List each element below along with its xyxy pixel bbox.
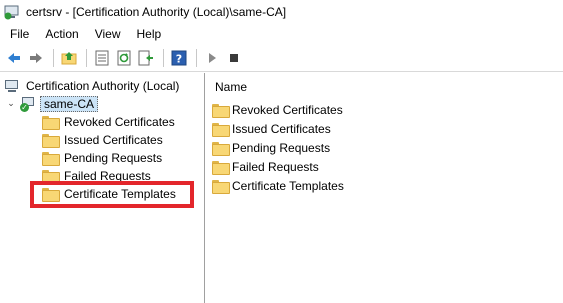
toolbar-separator [53, 49, 54, 67]
results-pane: Name Revoked Certificates Issued Certifi… [207, 73, 563, 303]
column-header-name[interactable]: Name [207, 73, 563, 101]
tree-item-issued-certificates[interactable]: Issued Certificates [42, 131, 165, 149]
list-item-label: Revoked Certificates [232, 103, 343, 117]
refresh-icon[interactable] [114, 48, 134, 68]
menu-view[interactable]: View [87, 24, 129, 44]
tree-item-same-ca[interactable]: ⌄ ✓ same-CA [6, 95, 99, 113]
certsrv-app-icon [4, 4, 20, 20]
tree-item-label: Certification Authority (Local) [26, 79, 180, 93]
list-item-issued-certificates[interactable]: Issued Certificates [212, 120, 331, 138]
back-icon[interactable] [4, 48, 24, 68]
list-item-label: Certificate Templates [232, 179, 344, 193]
properties-icon[interactable] [92, 48, 112, 68]
list-item-label: Pending Requests [232, 141, 331, 155]
folder-icon [212, 104, 230, 118]
title-bar: certsrv - [Certification Authority (Loca… [0, 0, 563, 24]
tree-item-revoked-certificates[interactable]: Revoked Certificates [42, 113, 177, 131]
menu-bar: File Action View Help [0, 24, 563, 44]
up-folder-icon[interactable] [59, 48, 79, 68]
tree-item-label: Pending Requests [64, 151, 163, 165]
folder-icon [42, 116, 60, 130]
list-item-revoked-certificates[interactable]: Revoked Certificates [212, 101, 343, 119]
forward-icon[interactable] [26, 48, 46, 68]
toolbar-separator [196, 49, 197, 67]
folder-icon [42, 134, 60, 148]
tree-item-label: same-CA [40, 96, 99, 112]
folder-icon [212, 142, 230, 156]
ca-server-icon: ✓ [20, 96, 36, 112]
list-item-label: Issued Certificates [232, 122, 331, 136]
start-service-icon[interactable] [202, 48, 222, 68]
export-list-icon[interactable] [136, 48, 156, 68]
list-item-label: Failed Requests [232, 160, 319, 174]
list-item-certificate-templates[interactable]: Certificate Templates [212, 177, 344, 195]
folder-icon [212, 161, 230, 175]
list-item-pending-requests[interactable]: Pending Requests [212, 139, 330, 157]
tree-item-pending-requests[interactable]: Pending Requests [42, 149, 164, 167]
folder-icon [42, 152, 60, 166]
stop-service-icon[interactable] [224, 48, 244, 68]
toolbar: ? [0, 45, 563, 72]
folder-icon [212, 123, 230, 137]
toolbar-separator [86, 49, 87, 67]
tree-item-label: Revoked Certificates [64, 115, 175, 129]
highlight-annotation-box [30, 181, 194, 208]
help-icon[interactable]: ? [169, 48, 189, 68]
tree-item-label: Issued Certificates [64, 133, 163, 147]
chevron-down-icon[interactable]: ⌄ [6, 99, 16, 109]
menu-file[interactable]: File [0, 24, 37, 44]
certification-authority-icon [4, 78, 20, 94]
list-item-failed-requests[interactable]: Failed Requests [212, 158, 319, 176]
menu-action[interactable]: Action [37, 24, 86, 44]
tree-item-certification-authority[interactable]: Certification Authority (Local) [4, 77, 181, 95]
svg-text:?: ? [176, 53, 182, 66]
column-header-label: Name [215, 79, 248, 94]
window-title: certsrv - [Certification Authority (Loca… [26, 5, 287, 19]
menu-help[interactable]: Help [129, 24, 170, 44]
folder-icon [212, 180, 230, 194]
toolbar-separator [163, 49, 164, 67]
